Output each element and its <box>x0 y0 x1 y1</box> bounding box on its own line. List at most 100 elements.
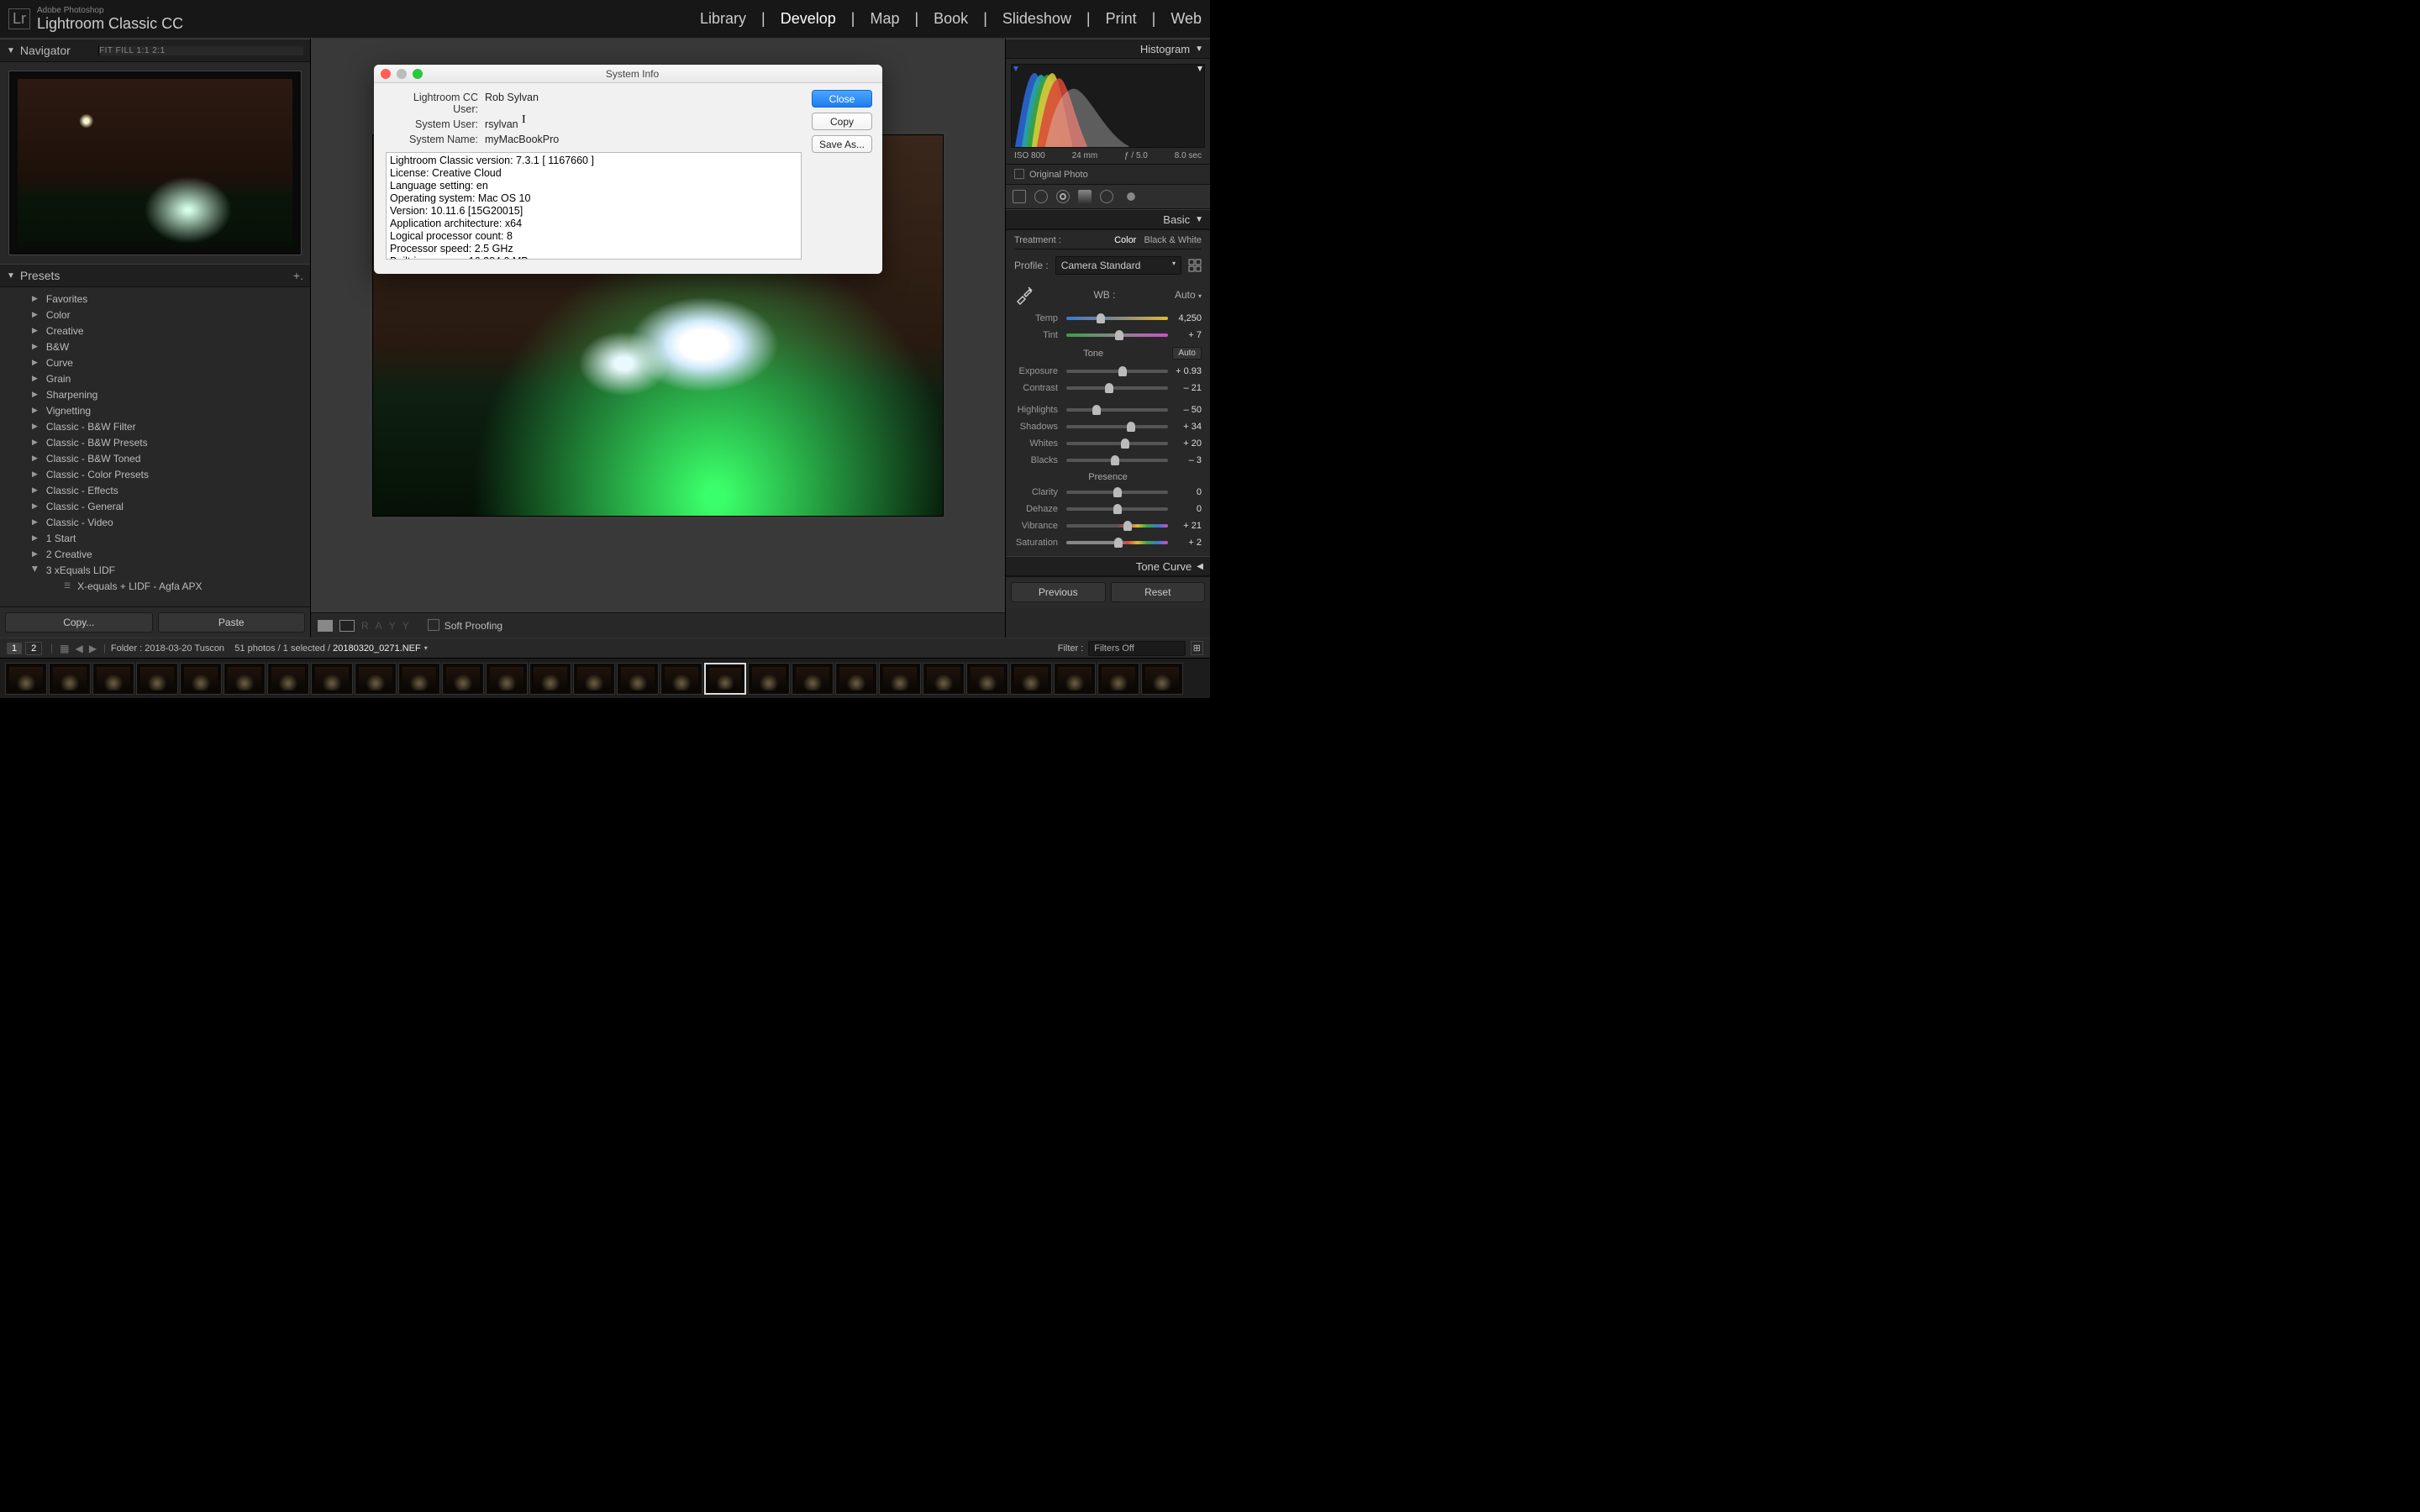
preset-group[interactable]: ▶Favorites <box>0 291 310 307</box>
clarity-slider[interactable]: Clarity0 <box>1014 484 1202 501</box>
filter-select[interactable]: Filters Off <box>1088 641 1185 656</box>
copy-settings-button[interactable]: Copy... <box>5 612 153 633</box>
filmstrip-thumb[interactable] <box>136 663 178 695</box>
vibrance-slider[interactable]: Vibrance+ 21 <box>1014 517 1202 534</box>
module-book[interactable]: Book <box>934 10 968 28</box>
blacks-slider[interactable]: Blacks– 3 <box>1014 452 1202 469</box>
preset-group[interactable]: ▶2 Creative <box>0 546 310 562</box>
filmstrip-thumb[interactable] <box>486 663 528 695</box>
filmstrip-thumb[interactable] <box>5 663 47 695</box>
current-filename[interactable]: 20180320_0271.NEF <box>333 643 421 654</box>
module-library[interactable]: Library <box>700 10 746 28</box>
radial-filter-icon[interactable] <box>1100 190 1113 203</box>
filmstrip-thumb[interactable] <box>49 663 91 695</box>
filmstrip-thumb[interactable] <box>529 663 571 695</box>
display-2-button[interactable]: 2 <box>25 642 42 655</box>
navigator-header[interactable]: ▼ Navigator FIT FILL 1:1 2:1 <box>0 39 310 62</box>
filmstrip-thumb[interactable] <box>923 663 965 695</box>
preset-group[interactable]: ▶Color <box>0 307 310 323</box>
loupe-view-icon[interactable] <box>318 620 333 632</box>
filmstrip-thumb[interactable] <box>92 663 134 695</box>
dehaze-slider[interactable]: Dehaze0 <box>1014 501 1202 517</box>
module-develop[interactable]: Develop <box>781 10 836 28</box>
filmstrip-thumb[interactable] <box>1010 663 1052 695</box>
filmstrip-view-icons[interactable]: ▦ ◀ ▶ <box>58 643 98 654</box>
module-print[interactable]: Print <box>1106 10 1137 28</box>
filmstrip-thumb[interactable] <box>704 663 746 695</box>
preset-group[interactable]: ▶Classic - B&W Filter <box>0 418 310 434</box>
filmstrip-thumb[interactable] <box>1141 663 1183 695</box>
filmstrip-thumb[interactable] <box>1097 663 1139 695</box>
histogram-chart[interactable] <box>1011 64 1205 148</box>
preset-group[interactable]: ▶Classic - B&W Presets <box>0 434 310 450</box>
preset-group[interactable]: ▶Classic - Effects <box>0 482 310 498</box>
preset-group[interactable]: ▶Classic - Color Presets <box>0 466 310 482</box>
contrast-slider[interactable]: Contrast– 21 <box>1014 380 1202 396</box>
shadows-slider[interactable]: Shadows+ 34 <box>1014 418 1202 435</box>
copy-button[interactable]: Copy <box>812 113 872 130</box>
save-as-button[interactable]: Save As... <box>812 135 872 153</box>
wb-select[interactable]: Auto ▾ <box>1175 289 1202 301</box>
preset-group[interactable]: ▶Grain <box>0 370 310 386</box>
navigator-zoom-options[interactable]: FIT FILL 1:1 2:1 <box>98 46 303 55</box>
filmstrip-thumb[interactable] <box>966 663 1008 695</box>
module-slideshow[interactable]: Slideshow <box>1002 10 1071 28</box>
filmstrip-thumb[interactable] <box>748 663 790 695</box>
graduated-filter-icon[interactable] <box>1078 190 1092 203</box>
soft-proofing-checkbox[interactable]: Soft Proofing <box>428 619 502 632</box>
filmstrip-thumb[interactable] <box>398 663 440 695</box>
tint-slider[interactable]: Tint+ 7 <box>1014 327 1202 344</box>
basic-header[interactable]: Basic▼ <box>1006 209 1210 229</box>
profile-browser-icon[interactable] <box>1188 259 1202 272</box>
toolbar-letter[interactable]: A <box>376 620 382 632</box>
preset-group-expanded[interactable]: ▶3 xEquals LIDF <box>0 562 310 578</box>
tone-auto-button[interactable]: Auto <box>1172 347 1202 360</box>
crop-tool-icon[interactable] <box>1013 190 1026 203</box>
module-web[interactable]: Web <box>1171 10 1202 28</box>
adjustment-brush-icon[interactable] <box>1122 190 1140 203</box>
system-info-text[interactable] <box>386 152 802 260</box>
preset-group[interactable]: ▶B&W <box>0 339 310 354</box>
histogram-header[interactable]: Histogram▼ <box>1006 39 1210 59</box>
filmstrip-thumb[interactable] <box>1054 663 1096 695</box>
presets-header[interactable]: ▼ Presets +. <box>0 264 310 287</box>
filmstrip-thumb[interactable] <box>180 663 222 695</box>
navigator-thumbnail[interactable] <box>8 71 302 255</box>
preset-group[interactable]: ▶Classic - B&W Toned <box>0 450 310 466</box>
preset-group[interactable]: ▶Sharpening <box>0 386 310 402</box>
add-preset-icon[interactable]: +. <box>293 269 303 282</box>
highlights-slider[interactable]: Highlights– 50 <box>1014 402 1202 418</box>
preset-group[interactable]: ▶Vignetting <box>0 402 310 418</box>
filmstrip-thumb[interactable] <box>835 663 877 695</box>
temp-slider[interactable]: Temp4,250 <box>1014 310 1202 327</box>
close-button[interactable]: Close <box>812 90 872 108</box>
filmstrip-thumb[interactable] <box>792 663 834 695</box>
filmstrip-thumb[interactable] <box>355 663 397 695</box>
display-1-button[interactable]: 1 <box>7 643 22 654</box>
previous-button[interactable]: Previous <box>1011 582 1106 602</box>
paste-settings-button[interactable]: Paste <box>158 612 306 633</box>
exposure-slider[interactable]: Exposure+ 0.93 <box>1014 363 1202 380</box>
tonecurve-header[interactable]: Tone Curve◀ <box>1006 556 1210 576</box>
preset-item[interactable]: X-equals + LIDF - Agfa APX <box>0 578 310 594</box>
filmstrip-thumb[interactable] <box>442 663 484 695</box>
toolbar-letter[interactable]: Y <box>389 620 396 632</box>
filmstrip-thumb[interactable] <box>617 663 659 695</box>
preset-group[interactable]: ▶Classic - Video <box>0 514 310 530</box>
toolbar-letter[interactable]: R <box>361 620 369 632</box>
spot-removal-icon[interactable] <box>1034 190 1048 203</box>
treatment-color[interactable]: Color <box>1114 235 1136 245</box>
preset-group[interactable]: ▶1 Start <box>0 530 310 546</box>
treatment-bw[interactable]: Black & White <box>1144 235 1202 245</box>
before-after-view-icon[interactable] <box>339 620 355 632</box>
reset-button[interactable]: Reset <box>1111 582 1206 602</box>
filmstrip-thumb[interactable] <box>573 663 615 695</box>
folder-name[interactable]: 2018-03-20 Tuscon <box>145 643 224 654</box>
saturation-slider[interactable]: Saturation+ 2 <box>1014 534 1202 551</box>
profile-select[interactable]: Camera Standard ▾ <box>1055 256 1181 275</box>
filmstrip-thumb[interactable] <box>267 663 309 695</box>
filmstrip-thumb[interactable] <box>879 663 921 695</box>
original-photo-checkbox[interactable]: Original Photo <box>1006 164 1210 184</box>
whites-slider[interactable]: Whites+ 20 <box>1014 435 1202 452</box>
preset-group[interactable]: ▶Creative <box>0 323 310 339</box>
